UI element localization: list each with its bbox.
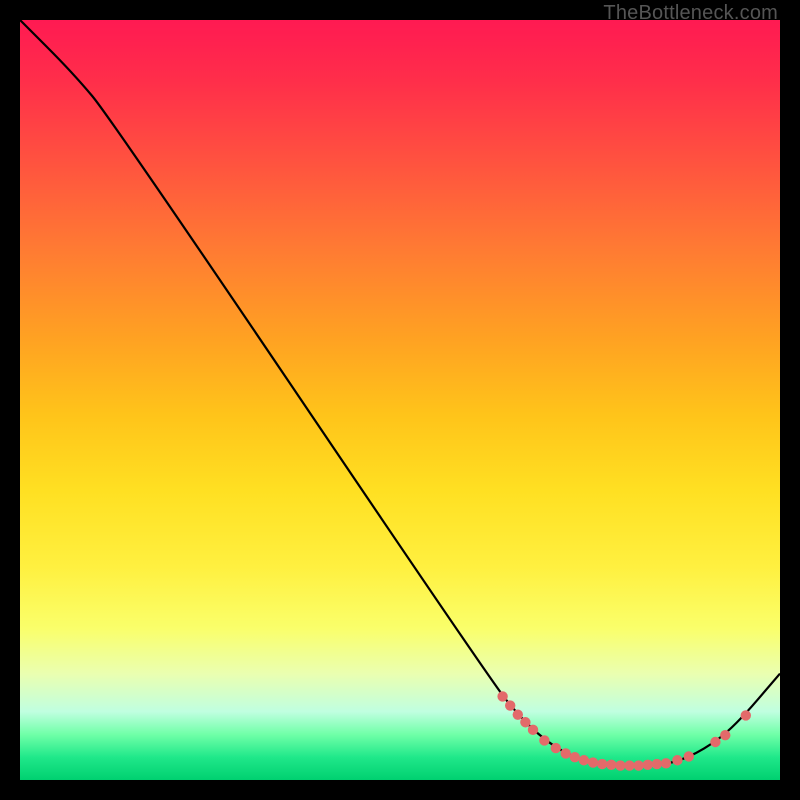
bottleneck-curve [20, 20, 780, 766]
data-point [513, 709, 523, 719]
data-point [597, 759, 607, 769]
data-point [588, 757, 598, 767]
data-point [579, 755, 589, 765]
data-point [684, 751, 694, 761]
data-point [741, 710, 751, 720]
data-point [624, 760, 634, 770]
data-point [505, 700, 515, 710]
data-points [497, 691, 751, 771]
data-point [497, 691, 507, 701]
data-point [560, 748, 570, 758]
data-point [652, 759, 662, 769]
data-point [615, 760, 625, 770]
data-point [520, 717, 530, 727]
data-point [570, 752, 580, 762]
data-point [661, 758, 671, 768]
data-point [710, 737, 720, 747]
data-point [672, 755, 682, 765]
chart-plot [20, 20, 780, 780]
data-point [606, 760, 616, 770]
data-point [633, 760, 643, 770]
data-point [528, 725, 538, 735]
data-point [551, 743, 561, 753]
data-point [643, 760, 653, 770]
data-point [539, 735, 549, 745]
data-point [720, 730, 730, 740]
